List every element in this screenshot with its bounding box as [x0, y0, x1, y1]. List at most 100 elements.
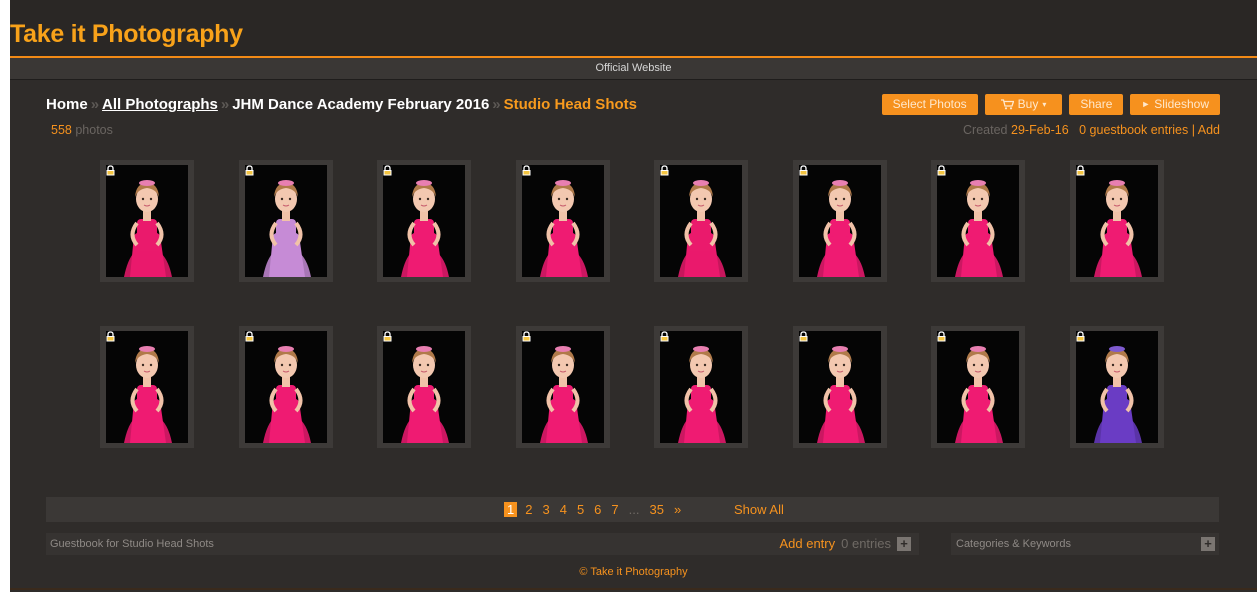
guestbook-entries-link[interactable]: 0 guestbook entries	[1079, 123, 1188, 137]
page-link[interactable]: 5	[577, 502, 584, 517]
site-title[interactable]: Take it Photography	[10, 20, 243, 49]
breadcrumb-current: Studio Head Shots	[503, 96, 637, 113]
next-page-link[interactable]: »	[674, 502, 681, 517]
dancer-photo	[521, 165, 604, 277]
add-guestbook-link[interactable]: Add	[1198, 123, 1220, 137]
footer: © Take it Photography	[10, 566, 1257, 578]
dancer-photo	[244, 331, 327, 443]
photo-thumbnail[interactable]	[377, 160, 471, 282]
photo-count: 558 photos	[51, 123, 113, 137]
breadcrumb-event[interactable]: JHM Dance Academy February 2016	[232, 96, 489, 113]
page-links: 1 2 3 4 5 6 7... 35 »	[504, 502, 691, 517]
photo-thumbnail[interactable]	[792, 160, 887, 282]
lock-icon	[1076, 331, 1084, 342]
photo-thumbnail[interactable]	[1069, 326, 1164, 448]
dancer-photo	[937, 331, 1019, 443]
footer-copyright[interactable]: © Take it Photography	[579, 566, 687, 578]
lock-icon	[383, 165, 392, 176]
site-subtitle-bar: Official Website	[10, 58, 1257, 80]
share-button[interactable]: Share	[1069, 94, 1124, 115]
guestbook-actions: Add entry 0 entries +	[779, 533, 911, 555]
photo-thumbnail[interactable]	[100, 326, 194, 448]
lock-icon	[106, 331, 115, 342]
breadcrumb-all-photographs[interactable]: All Photographs	[102, 96, 218, 113]
dancer-photo	[383, 165, 465, 277]
photo-thumbnail[interactable]	[238, 326, 333, 448]
buy-label: Buy	[1017, 97, 1039, 111]
photo-thumbnail[interactable]	[1069, 160, 1164, 282]
dancer-photo	[798, 165, 881, 277]
breadcrumb-separator: »	[492, 96, 501, 113]
site-header: Take it Photography	[10, 0, 1257, 58]
photo-thumbnail[interactable]	[931, 326, 1025, 448]
photo-thumbnail[interactable]	[100, 160, 194, 282]
buy-button[interactable]: Buy ▾	[984, 94, 1063, 115]
page-frame: Take it Photography Official Website Hom…	[10, 0, 1257, 592]
slideshow-button[interactable]: ► Slideshow	[1130, 94, 1220, 115]
page-link[interactable]: 6	[594, 502, 601, 517]
lock-icon	[1076, 165, 1084, 176]
gallery-meta: Created 29-Feb-16 0 guestbook entries | …	[963, 123, 1220, 137]
gallery-toolbar: Select Photos Buy ▾ Share ► Slideshow	[881, 94, 1220, 115]
share-label: Share	[1080, 97, 1113, 111]
dancer-photo	[244, 165, 327, 277]
categories-label: Categories & Keywords	[956, 538, 1071, 550]
lock-icon	[660, 331, 669, 342]
photo-thumbnail[interactable]	[515, 326, 610, 448]
categories-bar: Categories & Keywords +	[951, 533, 1219, 555]
page-link[interactable]: 35	[649, 502, 663, 517]
site-subtitle[interactable]: Official Website	[595, 62, 671, 74]
dancer-photo	[521, 331, 604, 443]
select-photos-button[interactable]: Select Photos	[881, 94, 978, 115]
lock-icon	[522, 165, 530, 176]
photo-count-number: 558	[51, 123, 72, 137]
dancer-photo	[106, 331, 188, 443]
breadcrumb-home[interactable]: Home	[46, 96, 88, 113]
photo-thumbnail[interactable]	[515, 160, 610, 282]
guestbook-label: Guestbook for Studio Head Shots	[50, 538, 214, 550]
chevron-down-icon: ▾	[1042, 100, 1047, 109]
photo-thumbnail[interactable]	[238, 160, 333, 282]
breadcrumb: Home» All Photographs» JHM Dance Academy F…	[46, 96, 637, 113]
page-link[interactable]: 1	[504, 502, 518, 517]
photo-thumbnail[interactable]	[654, 326, 748, 448]
show-all-link[interactable]: Show All	[734, 502, 784, 517]
pagination-bar: 1 2 3 4 5 6 7... 35 » Show All	[46, 497, 1219, 522]
photo-thumbnail[interactable]	[792, 326, 887, 448]
page-link[interactable]: 3	[542, 502, 549, 517]
photo-thumbnail[interactable]	[931, 160, 1025, 282]
select-photos-label: Select Photos	[892, 97, 967, 111]
dancer-photo	[383, 331, 465, 443]
photo-thumbnail[interactable]	[654, 160, 748, 282]
add-entry-link[interactable]: Add entry	[779, 533, 835, 555]
lock-icon	[937, 165, 946, 176]
page-link[interactable]: 7	[611, 502, 618, 517]
cart-icon	[1000, 99, 1014, 110]
bottom-border	[10, 588, 1257, 590]
page-link[interactable]: 4	[560, 502, 567, 517]
photo-thumbnail[interactable]	[377, 326, 471, 448]
lock-icon	[245, 331, 253, 342]
created-label: Created	[963, 123, 1008, 137]
dancer-photo	[1075, 165, 1158, 277]
lock-icon	[799, 331, 807, 342]
lock-icon	[660, 165, 669, 176]
page-ellipsis: ...	[628, 502, 640, 517]
dancer-photo	[106, 165, 188, 277]
dancer-photo	[798, 331, 881, 443]
meta-pipe: |	[1191, 123, 1195, 137]
page-link[interactable]: 2	[525, 502, 532, 517]
guestbook-bar: Guestbook for Studio Head Shots Add entr…	[46, 533, 919, 555]
expand-categories-icon[interactable]: +	[1201, 537, 1215, 551]
expand-guestbook-icon[interactable]: +	[897, 537, 911, 551]
guestbook-entries-count: 0 entries	[841, 536, 891, 551]
lock-icon	[106, 165, 115, 176]
dancer-photo	[1075, 331, 1158, 443]
slideshow-label: Slideshow	[1154, 97, 1209, 111]
photo-count-label: photos	[75, 123, 113, 137]
lock-icon	[383, 331, 392, 342]
play-icon: ►	[1141, 99, 1151, 109]
lock-icon	[799, 165, 807, 176]
dancer-photo	[937, 165, 1019, 277]
lock-icon	[522, 331, 530, 342]
